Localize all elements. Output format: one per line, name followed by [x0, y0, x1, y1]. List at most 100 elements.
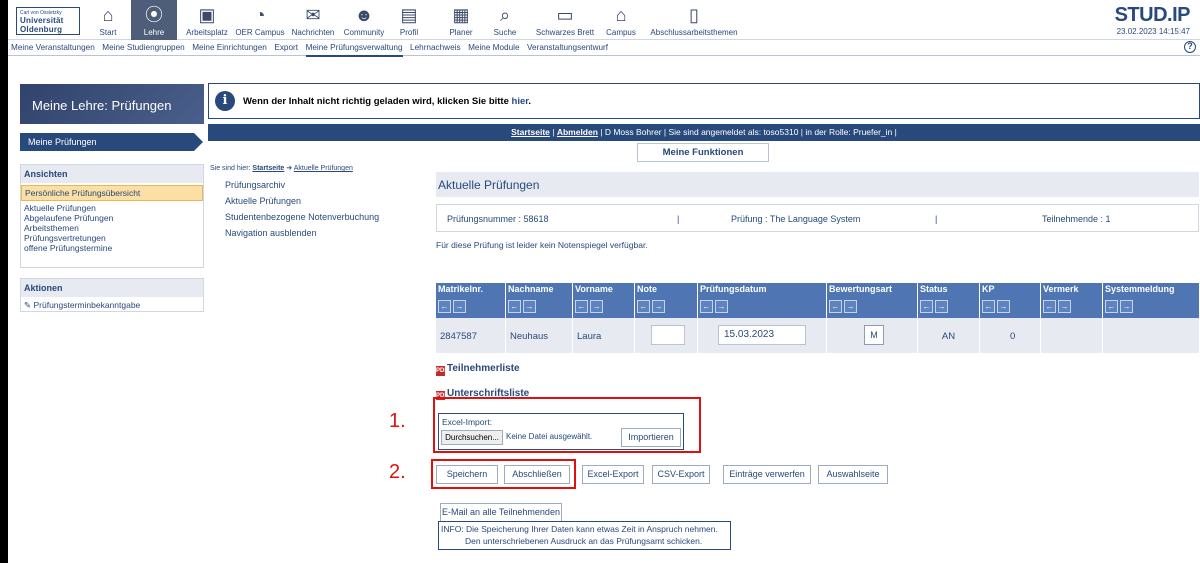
subnav-veranstaltungen[interactable]: Meine Veranstaltungen — [11, 40, 95, 55]
col-bewertung-label: Bewertungsart — [829, 284, 893, 294]
cell-note — [635, 318, 698, 353]
meine-funktionen-button[interactable]: Meine Funktionen — [637, 143, 769, 162]
col-matrikelnr: Matrikelnr. ← → — [436, 283, 506, 318]
cell-kp: 0 — [980, 318, 1041, 353]
subnav-pruefungsverwaltung[interactable]: Meine Prüfungsverwaltung — [305, 40, 403, 57]
university-logo[interactable]: Carl von Ossietzky Universität Oldenburg — [16, 7, 80, 35]
sort-left-icon[interactable]: ← — [575, 300, 588, 313]
nav-community[interactable]: ☻ Community — [339, 0, 389, 40]
breadcrumb-startseite[interactable]: Startseite — [252, 165, 284, 172]
datum-input[interactable]: 15.03.2023 — [718, 325, 806, 345]
campus-icon: ⌂ — [615, 5, 627, 25]
action-label: Prüfungsterminbekanntgabe — [33, 300, 141, 310]
sort-left-icon[interactable]: ← — [700, 300, 713, 313]
sidebar-item-abgelaufene[interactable]: Abgelaufene Prüfungen — [21, 213, 203, 223]
sort-left-icon[interactable]: ← — [1105, 300, 1118, 313]
bewertungsart-select[interactable]: M — [864, 325, 884, 345]
excel-export-button[interactable]: Excel-Export — [582, 465, 644, 484]
search-icon: ⌕ — [499, 5, 511, 25]
col-status-label: Status — [920, 284, 948, 294]
community-icon: ☻ — [354, 5, 374, 25]
sidebar-item-aktuelle[interactable]: Aktuelle Prüfungen — [21, 203, 203, 213]
sort-left-icon[interactable]: ← — [982, 300, 995, 313]
col-vorname: Vorname ← → — [573, 283, 635, 318]
studip-logo[interactable]: STUD.IP — [1115, 4, 1191, 27]
home-icon: ⌂ — [102, 5, 114, 25]
midnav-aktuelle-pruefungen[interactable]: Aktuelle Prüfungen — [225, 196, 301, 206]
col-pruefungsdatum: Prüfungsdatum ← → — [698, 283, 827, 318]
sort-left-icon[interactable]: ← — [1043, 300, 1056, 313]
discard-entries-button[interactable]: Einträge verwerfen — [723, 465, 811, 484]
top-navigation: Carl von Ossietzky Universität Oldenburg… — [8, 0, 1200, 40]
lehre-icon: ⦿ — [145, 5, 163, 25]
sidebar-title: Meine Lehre: Prüfungen — [20, 84, 204, 124]
sort-right-icon[interactable]: → — [652, 300, 665, 313]
subnav-veranstaltungsentwurf[interactable]: Veranstaltungsentwurf — [527, 40, 608, 55]
nav-schwarzes-brett[interactable]: ▭ Schwarzes Brett — [535, 0, 595, 40]
sidebar-item-offene-termine[interactable]: offene Prüfungstermine — [21, 243, 203, 253]
subnav-lehrnachweis[interactable]: Lehrnachweis — [410, 40, 461, 55]
cell-vermerk — [1041, 318, 1103, 353]
subnav-module[interactable]: Meine Module — [468, 40, 519, 55]
sidebar-tab-arrow — [194, 133, 203, 151]
banner-text: Wenn der Inhalt nicht richtig geladen wi… — [243, 96, 532, 107]
nav-start[interactable]: ⌂ Start — [88, 0, 128, 40]
midnav-notenverbuchung[interactable]: Studentenbezogene Notenverbuchung — [225, 212, 379, 222]
nav-suche[interactable]: ⌕ Suche — [488, 0, 522, 40]
note-input[interactable] — [651, 325, 685, 345]
nav-lehre[interactable]: ⦿ Lehre — [131, 0, 177, 40]
csv-export-button[interactable]: CSV-Export — [652, 465, 710, 484]
highlight-box-1 — [433, 397, 701, 453]
teilnehmerliste-link[interactable]: PDFTeilnehmerliste — [436, 363, 520, 376]
sidebar-action-terminbekanntgabe[interactable]: ✎ Prüfungsterminbekanntgabe — [21, 297, 203, 310]
nav-abschlussarbeitsthemen[interactable]: ▯ Abschlussarbeitsthemen — [648, 0, 740, 40]
sort-left-icon[interactable]: ← — [829, 300, 842, 313]
banner-link-hier[interactable]: hier — [512, 96, 529, 107]
subnav-studiengruppen[interactable]: Meine Studiengruppen — [102, 40, 184, 55]
sidebar-item-persoenliche-uebersicht[interactable]: Persönliche Prüfungsübersicht — [21, 185, 203, 201]
email-all-button[interactable]: E-Mail an alle Teilnehmenden — [440, 503, 562, 522]
midnav-ausblenden[interactable]: Navigation ausblenden — [225, 228, 317, 238]
nav-oer-label: OER Campus — [235, 28, 285, 37]
sort-right-icon[interactable]: → — [453, 300, 466, 313]
sort-left-icon[interactable]: ← — [637, 300, 650, 313]
help-icon[interactable]: ? — [1184, 41, 1196, 53]
nav-profil[interactable]: ▤ Profil — [394, 0, 424, 40]
cell-datum: 15.03.2023 — [698, 318, 827, 353]
sidebar-item-arbeitsthemen[interactable]: Arbeitsthemen — [21, 223, 203, 233]
sort-left-icon[interactable]: ← — [438, 300, 451, 313]
subnav-einrichtungen[interactable]: Meine Einrichtungen — [192, 40, 267, 55]
midnav-pruefungsarchiv[interactable]: Prüfungsarchiv — [225, 180, 285, 190]
nav-arbeitsplatz[interactable]: ▣ Arbeitsplatz — [180, 0, 234, 40]
link-startseite[interactable]: Startseite — [511, 127, 550, 137]
sort-right-icon[interactable]: → — [844, 300, 857, 313]
board-icon: ▭ — [556, 5, 574, 25]
sort-right-icon[interactable]: → — [1120, 300, 1133, 313]
sidebar-tab-meine-pruefungen[interactable]: Meine Prüfungen — [20, 133, 194, 151]
sort-left-icon[interactable]: ← — [920, 300, 933, 313]
nav-planer[interactable]: ▦ Planer — [444, 0, 478, 40]
sidebar-item-vertretungen[interactable]: Prüfungsvertretungen — [21, 233, 203, 243]
sort-left-icon[interactable]: ← — [508, 300, 521, 313]
teilnehmerliste-label: Teilnehmerliste — [447, 363, 520, 374]
sort-right-icon[interactable]: → — [523, 300, 536, 313]
info-note: INFO: Die Speicherung Ihrer Daten kann e… — [438, 521, 731, 550]
sort-right-icon[interactable]: → — [590, 300, 603, 313]
nav-thesis-label: Abschlussarbeitsthemen — [650, 28, 738, 37]
breadcrumb-current[interactable]: Aktuelle Prüfungen — [294, 165, 353, 172]
link-abmelden[interactable]: Abmelden — [557, 127, 598, 137]
nav-nachrichten[interactable]: ✉ Nachrichten — [287, 0, 339, 40]
nav-oer-campus[interactable]: ◔ OER Campus — [234, 0, 286, 40]
sort-right-icon[interactable]: → — [1058, 300, 1071, 313]
nav-campus-label: Campus — [606, 28, 636, 37]
sort-right-icon[interactable]: → — [715, 300, 728, 313]
sort-right-icon[interactable]: → — [935, 300, 948, 313]
info-line-1: INFO: Die Speicherung Ihrer Daten kann e… — [441, 524, 718, 534]
selection-page-button[interactable]: Auswahlseite — [818, 465, 888, 484]
sort-right-icon[interactable]: → — [997, 300, 1010, 313]
session-bar: Startseite | Abmelden | D Moss Bohrer | … — [208, 124, 1200, 141]
cell-vorname: Laura — [573, 318, 635, 353]
nav-campus[interactable]: ⌂ Campus — [603, 0, 639, 40]
subnav-export[interactable]: Export — [274, 40, 298, 55]
nav-planer-label: Planer — [449, 28, 473, 37]
